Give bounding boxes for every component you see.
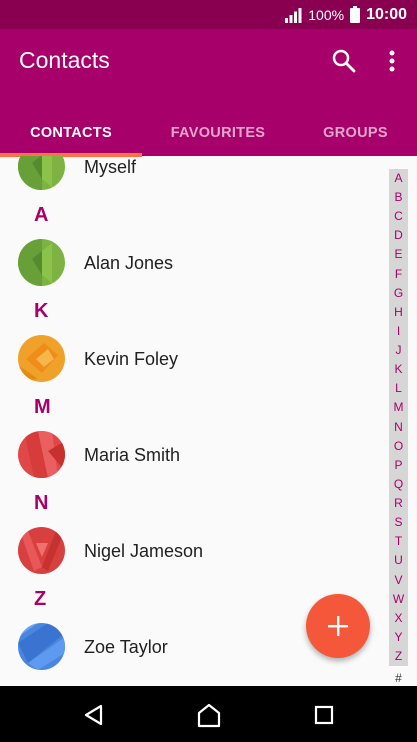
section-header-a: A — [34, 204, 49, 226]
signal-icon — [285, 7, 302, 23]
status-bar: 100% 10:00 — [0, 0, 417, 29]
section-header-k: K — [34, 300, 49, 322]
index-letter-t[interactable]: T — [389, 534, 408, 548]
tab-contacts[interactable]: CONTACTS — [0, 109, 142, 156]
index-letter-l[interactable]: L — [389, 381, 408, 395]
add-contact-button[interactable] — [306, 594, 370, 658]
battery-icon — [350, 6, 361, 23]
contact-row[interactable]: Kevin Foley — [0, 327, 380, 391]
avatar — [18, 239, 65, 286]
index-letter-i[interactable]: I — [389, 324, 408, 338]
section-header-m: M — [34, 396, 51, 418]
index-letter-w[interactable]: W — [389, 592, 408, 606]
back-button[interactable] — [79, 700, 109, 730]
search-icon — [332, 49, 356, 73]
index-letter-b[interactable]: B — [389, 190, 408, 204]
section-header-z: Z — [34, 588, 47, 610]
avatar — [18, 156, 65, 190]
contact-name: Maria Smith — [84, 444, 181, 465]
index-letter-e[interactable]: E — [389, 247, 408, 261]
index-letter-n[interactable]: N — [389, 420, 408, 434]
index-letter-j[interactable]: J — [389, 343, 408, 357]
index-letter-a[interactable]: A — [389, 171, 408, 185]
app-title: Contacts — [19, 47, 110, 73]
index-letter-r[interactable]: R — [389, 496, 408, 510]
index-letter-x[interactable]: X — [389, 611, 408, 625]
index-letter-p[interactable]: P — [389, 458, 408, 472]
contact-name: Zoe Taylor — [84, 636, 168, 657]
more-options-button[interactable] — [382, 47, 402, 75]
more-vert-icon — [389, 50, 395, 72]
index-letter-h[interactable]: H — [389, 305, 408, 319]
index-letter-z[interactable]: Z — [389, 649, 408, 663]
avatar — [18, 623, 65, 670]
app-bar: Contacts CONTACTS FAVOURITES GROUPS — [0, 29, 417, 157]
contact-row[interactable]: Maria Smith — [0, 423, 380, 487]
contact-row-myself[interactable]: Myself — [0, 156, 380, 199]
home-button[interactable] — [194, 700, 224, 730]
index-letter-f[interactable]: F — [389, 267, 408, 281]
search-button[interactable] — [330, 47, 358, 75]
alphabet-index[interactable]: ABCDEFGHIJKLMNOPQRSTUVWXYZ — [389, 169, 408, 666]
home-icon — [197, 703, 221, 728]
contact-name: Alan Jones — [84, 252, 174, 273]
index-letter-g[interactable]: G — [389, 286, 408, 300]
add-icon — [328, 616, 348, 636]
recents-button[interactable] — [309, 700, 339, 730]
avatar — [18, 431, 65, 478]
index-letter-k[interactable]: K — [389, 362, 408, 376]
section-header-n: N — [34, 492, 49, 514]
clock: 10:00 — [366, 5, 407, 23]
contact-name: Nigel Jameson — [84, 540, 204, 561]
avatar — [18, 527, 65, 574]
tab-bar: CONTACTS FAVOURITES GROUPS — [0, 109, 417, 157]
contact-name: Myself — [84, 156, 137, 177]
index-letter-o[interactable]: O — [389, 439, 408, 453]
index-letter-q[interactable]: Q — [389, 477, 408, 491]
index-letter-u[interactable]: U — [389, 553, 408, 567]
index-letter-y[interactable]: Y — [389, 630, 408, 644]
avatar — [18, 335, 65, 382]
index-letter-m[interactable]: M — [389, 400, 408, 414]
battery-percentage: 100% — [308, 6, 345, 23]
navigation-bar — [0, 686, 417, 742]
index-letter-c[interactable]: C — [389, 209, 408, 223]
back-icon — [84, 704, 103, 726]
index-letter-s[interactable]: S — [389, 515, 408, 529]
index-letter-d[interactable]: D — [389, 228, 408, 242]
index-letter-v[interactable]: V — [389, 573, 408, 587]
tab-groups[interactable]: GROUPS — [294, 109, 417, 156]
contact-name: Kevin Foley — [84, 348, 179, 369]
recents-icon — [314, 705, 334, 725]
contact-row[interactable]: Alan Jones — [0, 231, 380, 295]
tab-favourites[interactable]: FAVOURITES — [142, 109, 294, 156]
index-letter-hash[interactable]: # — [389, 671, 408, 685]
contact-row[interactable]: Nigel Jameson — [0, 519, 380, 583]
